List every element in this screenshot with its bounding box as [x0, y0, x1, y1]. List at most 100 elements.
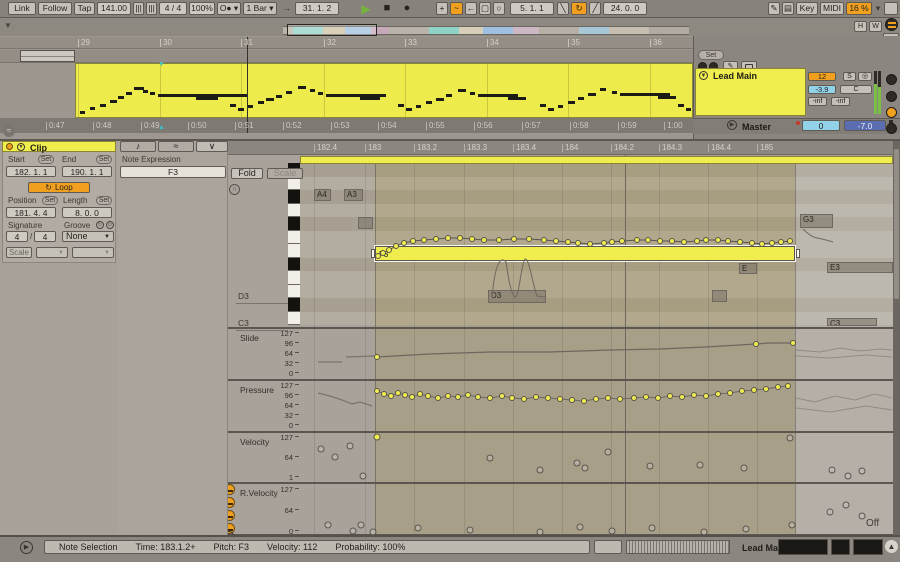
device-mini-2[interactable]: [831, 539, 850, 555]
scrollbar-thumb[interactable]: [894, 149, 899, 299]
tempo-field[interactable]: 141.00: [97, 2, 131, 15]
ghost-note-chip[interactable]: A4: [314, 189, 331, 201]
master-track-name[interactable]: Master: [742, 122, 771, 132]
lead-main-track-name[interactable]: Lead Main: [713, 71, 757, 81]
signature-numerator-field[interactable]: 4: [6, 231, 28, 242]
nudge-down-button[interactable]: |||: [133, 2, 144, 15]
clip-length-field[interactable]: 8. 0. 0: [62, 207, 112, 218]
clip-activator-led[interactable]: [6, 143, 13, 150]
tab-expression[interactable]: ∨: [196, 141, 228, 152]
ghost-note-chip[interactable]: A3: [344, 189, 363, 201]
show-hide-h-button[interactable]: H: [854, 21, 867, 32]
groove-select[interactable]: None ▼: [62, 231, 114, 242]
hamburger-menu-icon[interactable]: [885, 18, 898, 31]
groove-hotswap-icon[interactable]: ⊙: [106, 221, 114, 229]
clip-end-field[interactable]: 190. 1. 1: [62, 166, 112, 177]
loop-button[interactable]: ↻: [571, 2, 587, 15]
ghost-note-wave-chip[interactable]: [712, 290, 727, 302]
expression-lane-toggle[interactable]: [228, 497, 235, 508]
piano-black-key[interactable]: [288, 257, 300, 271]
collapse-arrow-icon[interactable]: ▼: [4, 21, 12, 30]
punch-position-field[interactable]: 5. 1. 1: [510, 2, 554, 15]
master-play-icon[interactable]: ▶: [727, 120, 737, 130]
editor-scrollbar[interactable]: [893, 141, 900, 535]
midi-overdub-button[interactable]: ~: [450, 2, 463, 15]
show-hide-w-button[interactable]: W: [869, 21, 882, 32]
ghost-note-chip[interactable]: G3: [800, 214, 833, 228]
draw-mode-button[interactable]: ▢: [479, 2, 491, 15]
piano-white-key[interactable]: [288, 311, 300, 325]
clip-start-field[interactable]: 182. 1. 1: [6, 166, 56, 177]
expression-lane-toggle[interactable]: [228, 510, 235, 521]
track-fold-icon[interactable]: ▼: [699, 71, 708, 80]
arrangement-position-icon[interactable]: →: [281, 2, 293, 15]
scale-root-select[interactable]: ▼: [36, 247, 68, 258]
ghost-note-wave-chip[interactable]: [358, 217, 373, 229]
preview-headphone-icon[interactable]: ∩: [229, 184, 240, 195]
scale-name-select[interactable]: ▼: [72, 247, 114, 258]
link-button[interactable]: Link: [8, 2, 36, 15]
arrangement-position-field[interactable]: 31. 1. 2: [295, 2, 339, 15]
rail-button[interactable]: [886, 91, 897, 102]
rail-button-active[interactable]: [886, 107, 897, 118]
overview-viewport[interactable]: [287, 24, 377, 36]
midi-map-button[interactable]: MIDI: [820, 2, 844, 15]
ghost-note-chip[interactable]: E3: [827, 262, 893, 273]
signature-denominator-field[interactable]: 4: [34, 231, 56, 242]
key-map-button[interactable]: Key: [796, 2, 818, 15]
nudge-up-button[interactable]: |||: [146, 2, 157, 15]
device-mini-3[interactable]: [853, 539, 883, 555]
piano-black-key[interactable]: [288, 190, 300, 204]
lead-main-clip[interactable]: [75, 63, 693, 118]
arrangement-zoom-back-icon[interactable]: ≈: [3, 125, 15, 137]
tab-envelopes[interactable]: ≈: [158, 141, 194, 152]
tab-notes[interactable]: ♪: [120, 141, 156, 152]
position-set-button[interactable]: Set: [42, 196, 58, 205]
rail-button[interactable]: [886, 74, 897, 85]
scale-highlight-button[interactable]: Scale: [267, 168, 303, 179]
master-pan-field[interactable]: 0: [802, 120, 840, 131]
end-set-button[interactable]: Set: [96, 155, 112, 164]
quantize-menu[interactable]: O● ▾: [217, 2, 241, 15]
fold-button[interactable]: Fold: [231, 168, 263, 179]
ghost-note-chip[interactable]: D3: [488, 290, 546, 303]
master-volume-field[interactable]: -7.0: [844, 120, 886, 131]
expression-lane-toggle[interactable]: [228, 484, 235, 495]
midi-indicator-box[interactable]: [884, 2, 898, 15]
piano-white-key[interactable]: [288, 284, 300, 298]
new-button[interactable]: +: [436, 2, 448, 15]
device-mini-1[interactable]: [778, 539, 828, 555]
track-pan-field[interactable]: C: [840, 85, 872, 94]
piano-white-key[interactable]: [288, 244, 300, 258]
back-to-arrangement-button[interactable]: ←: [465, 2, 477, 15]
set-button[interactable]: Set: [698, 50, 724, 60]
ghost-note-chip[interactable]: E: [739, 263, 757, 274]
piano-black-key[interactable]: [288, 217, 300, 231]
note-handle-left[interactable]: [371, 249, 375, 258]
punch-out-button[interactable]: ╱: [589, 2, 601, 15]
midi-editor[interactable]: D3 C3 A4 A3 D3 E G3 E3 C3 F3 Slide 127 96 64 32 0 Pressu…: [228, 141, 893, 535]
editor-loop-bar[interactable]: [300, 156, 893, 164]
start-set-button[interactable]: Set: [38, 155, 54, 164]
arm-button[interactable]: ◎: [858, 72, 872, 81]
loop-length-field[interactable]: 24. 0. 0: [603, 2, 647, 15]
piano-white-key[interactable]: [288, 203, 300, 217]
time-signature-field[interactable]: 4 / 4: [159, 2, 187, 15]
status-play-icon[interactable]: ▶: [20, 541, 33, 554]
note-expression-field[interactable]: F3: [120, 166, 226, 178]
selected-midi-note[interactable]: F3: [375, 246, 795, 261]
draw-pencil-button[interactable]: ✎: [768, 2, 780, 15]
tap-tempo-button[interactable]: Tap: [74, 2, 95, 15]
cpu-menu-arrow[interactable]: ▾: [874, 2, 882, 15]
ghost-note-chip[interactable]: C3: [827, 318, 877, 326]
computer-midi-keyboard-button[interactable]: ▤: [782, 2, 794, 15]
send-a-field[interactable]: -inf: [808, 97, 827, 106]
groove-commit-icon[interactable]: ↻: [96, 221, 104, 229]
piano-black-key[interactable]: [288, 298, 300, 312]
scale-mode-button[interactable]: Scale: [6, 247, 32, 258]
piano-white-key[interactable]: [288, 230, 300, 244]
punch-in-button[interactable]: ╲: [557, 2, 569, 15]
mini-clip[interactable]: [20, 50, 75, 62]
clip-position-field[interactable]: 181. 4. 4: [6, 207, 56, 218]
quantization-field[interactable]: 100%: [189, 2, 215, 15]
